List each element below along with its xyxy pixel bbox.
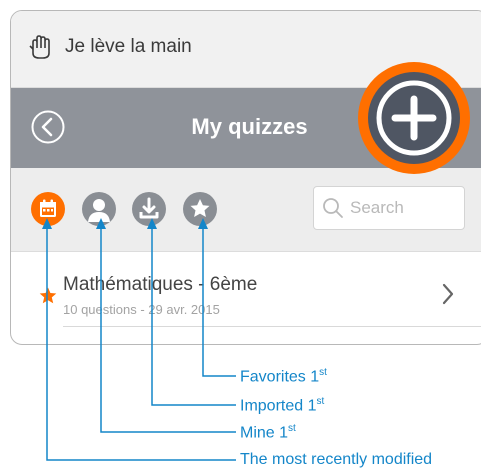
annotation-lines <box>42 218 236 461</box>
